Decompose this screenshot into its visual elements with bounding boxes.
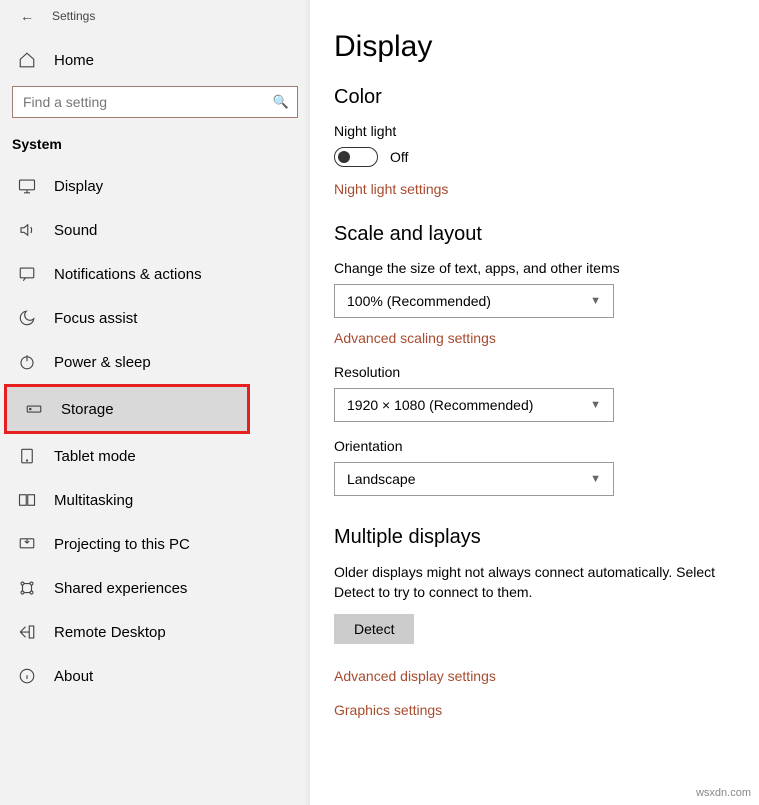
nav-label: Home — [54, 52, 94, 69]
night-light-toggle[interactable] — [334, 147, 378, 167]
info-icon — [18, 667, 36, 685]
highlight-box: Storage — [4, 384, 250, 434]
multiple-displays-desc: Older displays might not always connect … — [334, 563, 749, 602]
search-wrap: 🔍 — [12, 86, 298, 118]
nav-label: About — [54, 668, 93, 685]
color-heading: Color — [334, 86, 749, 109]
nav-label: Power & sleep — [54, 354, 151, 371]
text-size-dropdown[interactable]: 100% (Recommended) ▼ — [334, 284, 614, 318]
night-light-settings-link[interactable]: Night light settings — [334, 181, 448, 197]
color-section: Color Night light Off Night light settin… — [334, 86, 749, 197]
sidebar-item-tablet[interactable]: Tablet mode — [0, 434, 310, 478]
chevron-down-icon: ▼ — [590, 473, 601, 485]
search-icon: 🔍 — [273, 94, 289, 110]
graphics-settings-link[interactable]: Graphics settings — [334, 702, 442, 718]
sidebar: ← Settings Home 🔍 System Display Sound N… — [0, 0, 310, 805]
display-icon — [18, 177, 36, 195]
resolution-label: Resolution — [334, 364, 749, 380]
nav-label: Remote Desktop — [54, 624, 166, 641]
chevron-down-icon: ▼ — [590, 399, 601, 411]
page-title: Display — [334, 30, 749, 64]
night-light-state: Off — [390, 149, 408, 165]
nav-label: Tablet mode — [54, 448, 136, 465]
dropdown-value: 100% (Recommended) — [347, 293, 491, 309]
night-light-label: Night light — [334, 123, 749, 139]
dropdown-value: Landscape — [347, 471, 416, 487]
search-input[interactable] — [23, 94, 273, 110]
section-heading: System — [0, 136, 310, 164]
sidebar-item-multitasking[interactable]: Multitasking — [0, 478, 310, 522]
text-size-label: Change the size of text, apps, and other… — [334, 260, 749, 276]
nav-label: Display — [54, 178, 103, 195]
remote-icon — [18, 623, 36, 641]
sidebar-item-shared[interactable]: Shared experiences — [0, 566, 310, 610]
nav-label: Sound — [54, 222, 97, 239]
scale-heading: Scale and layout — [334, 223, 749, 246]
sidebar-item-power[interactable]: Power & sleep — [0, 340, 310, 384]
projecting-icon — [18, 535, 36, 553]
sidebar-item-home[interactable]: Home — [0, 38, 310, 82]
advanced-display-link[interactable]: Advanced display settings — [334, 668, 496, 684]
power-icon — [18, 353, 36, 371]
sidebar-item-notifications[interactable]: Notifications & actions — [0, 252, 310, 296]
sidebar-item-display[interactable]: Display — [0, 164, 310, 208]
orientation-dropdown[interactable]: Landscape ▼ — [334, 462, 614, 496]
notifications-icon — [18, 265, 36, 283]
sidebar-item-storage[interactable]: Storage — [7, 387, 247, 431]
storage-icon — [25, 400, 43, 418]
search-box[interactable]: 🔍 — [12, 86, 298, 118]
watermark: wsxdn.com — [696, 787, 751, 799]
shared-icon — [18, 579, 36, 597]
toggle-knob — [338, 151, 350, 163]
sidebar-item-focus-assist[interactable]: Focus assist — [0, 296, 310, 340]
detect-button[interactable]: Detect — [334, 614, 414, 644]
sidebar-item-sound[interactable]: Sound — [0, 208, 310, 252]
tablet-icon — [18, 447, 36, 465]
moon-icon — [18, 309, 36, 327]
sound-icon — [18, 221, 36, 239]
multitasking-icon — [18, 491, 36, 509]
scale-section: Scale and layout Change the size of text… — [334, 223, 749, 496]
orientation-label: Orientation — [334, 438, 749, 454]
dropdown-value: 1920 × 1080 (Recommended) — [347, 397, 533, 413]
window-title: Settings — [52, 9, 95, 23]
chevron-down-icon: ▼ — [590, 295, 601, 307]
nav-label: Notifications & actions — [54, 266, 202, 283]
nav-label: Multitasking — [54, 492, 133, 509]
advanced-scaling-link[interactable]: Advanced scaling settings — [334, 330, 496, 346]
sidebar-item-remote[interactable]: Remote Desktop — [0, 610, 310, 654]
back-icon[interactable]: ← — [20, 8, 34, 24]
sidebar-item-about[interactable]: About — [0, 654, 310, 698]
sidebar-item-projecting[interactable]: Projecting to this PC — [0, 522, 310, 566]
resolution-dropdown[interactable]: 1920 × 1080 (Recommended) ▼ — [334, 388, 614, 422]
nav-label: Shared experiences — [54, 580, 187, 597]
main-content: Display Color Night light Off Night ligh… — [310, 0, 759, 805]
nav-label: Focus assist — [54, 310, 137, 327]
nav-label: Projecting to this PC — [54, 536, 190, 553]
nav-label: Storage — [61, 401, 114, 418]
title-row: ← Settings — [0, 6, 310, 38]
multiple-displays-section: Multiple displays Older displays might n… — [334, 526, 749, 718]
home-icon — [18, 51, 36, 69]
multiple-displays-heading: Multiple displays — [334, 526, 749, 549]
